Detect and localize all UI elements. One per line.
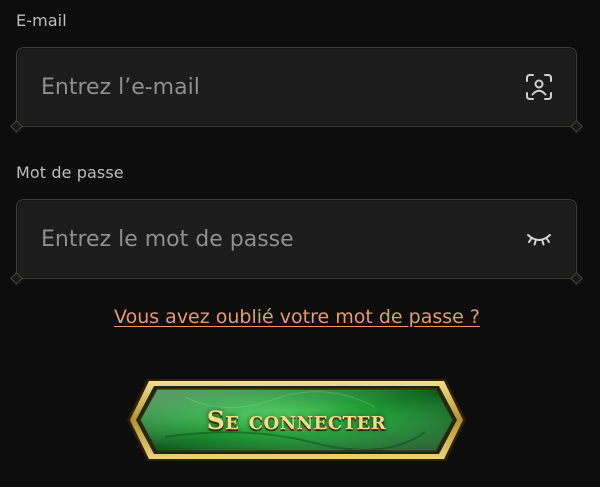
email-field-container [16, 47, 577, 127]
face-id-icon[interactable] [524, 72, 554, 102]
email-input[interactable] [41, 48, 511, 126]
password-label: Mot de passe [16, 163, 124, 182]
eye-closed-icon[interactable] [524, 224, 554, 254]
login-form: E-mail Mot de passe [0, 0, 600, 487]
login-button[interactable]: Se connecter [125, 377, 468, 463]
login-button-label: Se connecter [206, 405, 387, 435]
forgot-password-link[interactable]: Vous avez oublié votre mot de passe ? [114, 306, 480, 328]
forgot-password-container: Vous avez oublié votre mot de passe ? [0, 306, 594, 328]
email-label: E-mail [16, 11, 67, 30]
password-input[interactable] [41, 200, 511, 278]
password-field-container [16, 199, 577, 279]
